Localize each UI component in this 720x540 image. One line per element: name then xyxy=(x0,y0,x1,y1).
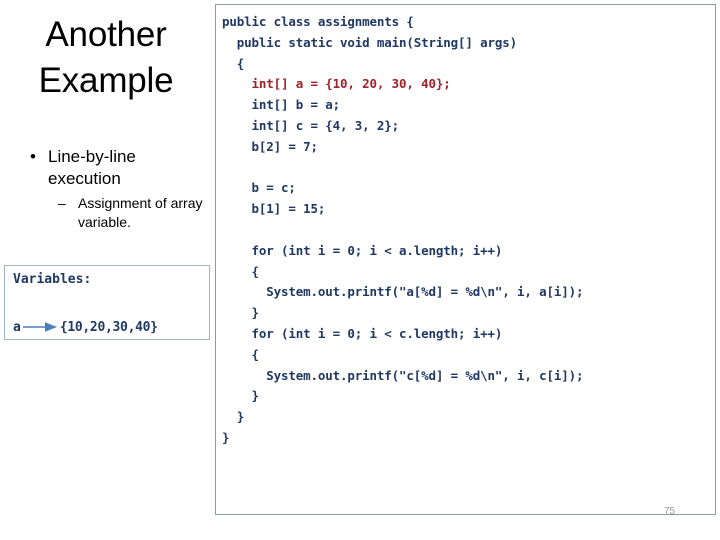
code-listing: public class assignments { public static… xyxy=(222,12,715,449)
variable-name: a xyxy=(13,319,21,335)
list-item: – Assignment of array variable. xyxy=(4,194,210,232)
code-line: for (int i = 0; i < a.length; i++) xyxy=(222,242,503,258)
code-line: public class assignments { xyxy=(222,14,414,29)
bullet-dot-icon: • xyxy=(30,147,36,166)
code-line: b[1] = 15; xyxy=(222,201,326,217)
code-line: { xyxy=(222,263,260,279)
page-number: 75 xyxy=(664,506,676,517)
variables-box: Variables: a {10,20,30,40} xyxy=(4,265,210,340)
variables-box-title: Variables: xyxy=(13,272,92,287)
code-line: System.out.printf("c[%d] = %d\n", i, c[i… xyxy=(222,367,584,383)
list-item: • Line-by-line execution xyxy=(4,146,210,190)
code-line: } xyxy=(222,409,245,425)
code-line: System.out.printf("a[%d] = %d\n", i, a[i… xyxy=(222,284,584,300)
code-line: } xyxy=(222,305,260,321)
code-line: b[2] = 7; xyxy=(222,138,319,154)
variable-value: {10,20,30,40} xyxy=(59,319,158,335)
list-item-label: Assignment of array variable. xyxy=(78,195,203,230)
code-line: int[] c = {4, 3, 2}; xyxy=(222,117,400,133)
bullet-list: • Line-by-line execution – Assignment of… xyxy=(4,146,210,232)
left-content-pane: Another Example • Line-by-line execution… xyxy=(0,0,212,540)
code-line: public static void main(String[] args) xyxy=(222,34,518,50)
list-item-label: Line-by-line execution xyxy=(48,147,136,188)
code-panel: public class assignments { public static… xyxy=(215,4,716,515)
code-line: { xyxy=(222,346,260,362)
variable-row: a {10,20,30,40} xyxy=(13,319,158,335)
code-line: b = c; xyxy=(222,180,296,196)
code-line: int[] b = a; xyxy=(222,97,341,113)
bullet-dash-icon: – xyxy=(58,195,66,211)
code-line: } xyxy=(222,388,260,404)
code-line: int[] a = {10, 20, 30, 40}; xyxy=(222,76,451,92)
code-line: } xyxy=(222,429,230,445)
code-line: { xyxy=(222,55,245,71)
code-line: for (int i = 0; i < c.length; i++) xyxy=(222,325,503,341)
page-title: Another Example xyxy=(38,15,174,100)
arrow-right-icon xyxy=(22,320,59,334)
